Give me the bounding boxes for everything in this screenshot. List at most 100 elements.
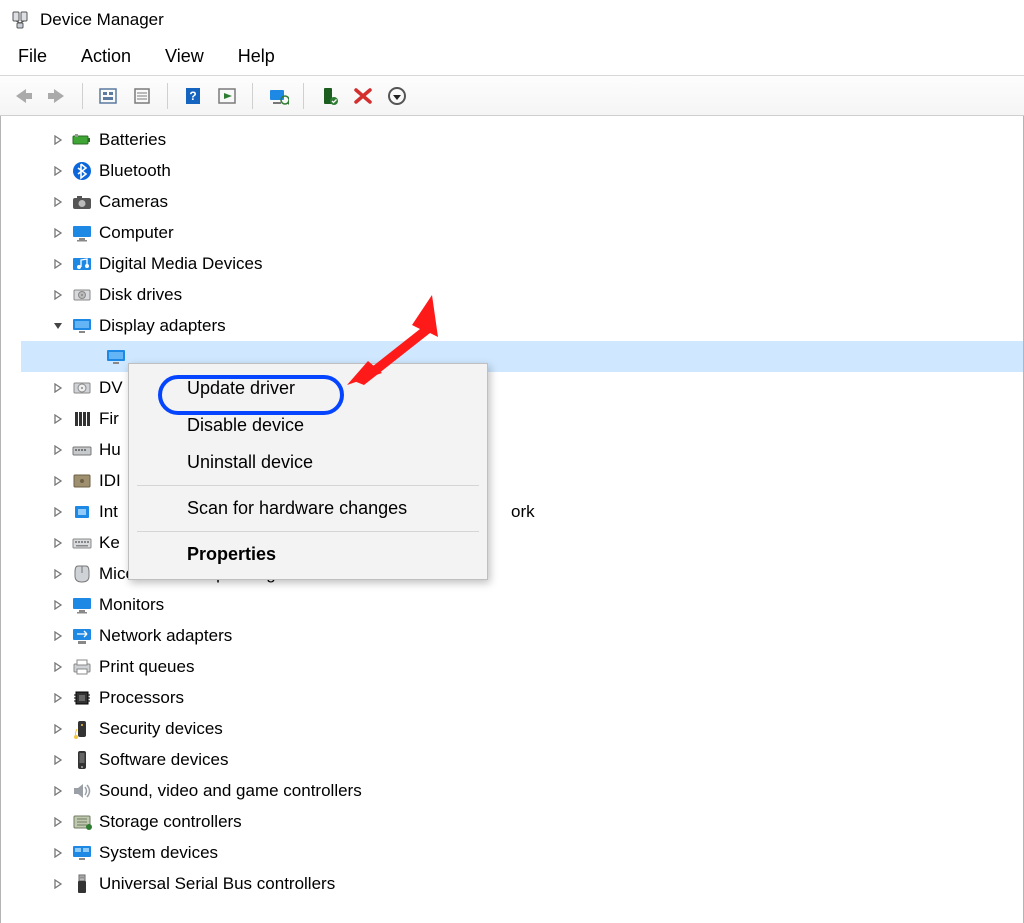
tree-item-print-queues[interactable]: Print queues bbox=[21, 651, 1023, 682]
context-uninstall-device[interactable]: Uninstall device bbox=[129, 444, 487, 481]
chevron-right-icon[interactable] bbox=[51, 753, 65, 767]
tree-item-cameras[interactable]: Cameras bbox=[21, 186, 1023, 217]
tree-item-network[interactable]: Network adapters bbox=[21, 620, 1023, 651]
tree-item-sound[interactable]: Sound, video and game controllers bbox=[21, 775, 1023, 806]
firmware-icon bbox=[71, 408, 93, 430]
chevron-right-icon[interactable] bbox=[51, 784, 65, 798]
toolbar-separator bbox=[252, 83, 253, 109]
nic-icon bbox=[71, 625, 93, 647]
chevron-right-icon[interactable] bbox=[51, 722, 65, 736]
tree-item-label: Computer bbox=[99, 223, 174, 243]
printer-icon bbox=[71, 656, 93, 678]
uninstall-device-button[interactable] bbox=[348, 81, 378, 111]
cpu-icon bbox=[71, 687, 93, 709]
context-update-driver[interactable]: Update driver bbox=[129, 370, 487, 407]
tree-item-label: IDI bbox=[99, 471, 121, 491]
speaker-icon bbox=[71, 780, 93, 802]
menubar: File Action View Help bbox=[0, 40, 1024, 76]
tree-item-label: Software devices bbox=[99, 750, 228, 770]
ide-icon bbox=[71, 470, 93, 492]
chevron-right-icon[interactable] bbox=[51, 877, 65, 891]
menu-file[interactable]: File bbox=[14, 44, 51, 69]
monitor-icon bbox=[71, 222, 93, 244]
action-options-button[interactable] bbox=[212, 81, 242, 111]
titlebar: Device Manager bbox=[0, 0, 1024, 40]
update-driver-button[interactable] bbox=[382, 81, 412, 111]
media-icon bbox=[71, 253, 93, 275]
chevron-right-icon[interactable] bbox=[51, 257, 65, 271]
mouse-icon bbox=[71, 563, 93, 585]
tree-item-digital-media[interactable]: Digital Media Devices bbox=[21, 248, 1023, 279]
menu-action[interactable]: Action bbox=[77, 44, 135, 69]
forward-button[interactable] bbox=[42, 81, 72, 111]
tree-item-software-devices[interactable]: Software devices bbox=[21, 744, 1023, 775]
tree-item-batteries[interactable]: Batteries bbox=[21, 124, 1023, 155]
context-separator bbox=[137, 531, 479, 532]
tree-item-disk-drives[interactable]: Disk drives bbox=[21, 279, 1023, 310]
back-button[interactable] bbox=[8, 81, 38, 111]
chevron-right-icon[interactable] bbox=[51, 536, 65, 550]
tree-item-usb[interactable]: Universal Serial Bus controllers bbox=[21, 868, 1023, 899]
disk-icon bbox=[71, 284, 93, 306]
menu-view[interactable]: View bbox=[161, 44, 208, 69]
tree-item-label: Int bbox=[99, 502, 118, 522]
chevron-right-icon[interactable] bbox=[51, 691, 65, 705]
tree-item-label: DV bbox=[99, 378, 123, 398]
chevron-right-icon[interactable] bbox=[51, 443, 65, 457]
chevron-right-icon[interactable] bbox=[51, 505, 65, 519]
chevron-right-icon[interactable] bbox=[51, 412, 65, 426]
chevron-right-icon[interactable] bbox=[51, 164, 65, 178]
usb-icon bbox=[71, 873, 93, 895]
tree-item-label: Fir bbox=[99, 409, 119, 429]
tree-item-label: Batteries bbox=[99, 130, 166, 150]
tree-item-security-devices[interactable]: Security devices bbox=[21, 713, 1023, 744]
show-hidden-button[interactable] bbox=[93, 81, 123, 111]
chip-icon bbox=[71, 501, 93, 523]
context-disable-device[interactable]: Disable device bbox=[129, 407, 487, 444]
chevron-right-icon[interactable] bbox=[51, 133, 65, 147]
keyboard-icon bbox=[71, 532, 93, 554]
tree-item-label: Disk drives bbox=[99, 285, 182, 305]
chevron-right-icon[interactable] bbox=[51, 474, 65, 488]
menu-help[interactable]: Help bbox=[234, 44, 279, 69]
scan-hardware-button[interactable] bbox=[263, 81, 293, 111]
context-properties[interactable]: Properties bbox=[129, 536, 487, 573]
context-scan-hardware[interactable]: Scan for hardware changes bbox=[129, 490, 487, 527]
toolbar-separator bbox=[82, 83, 83, 109]
chevron-right-icon[interactable] bbox=[51, 288, 65, 302]
enable-device-button[interactable] bbox=[314, 81, 344, 111]
tree-item-system-devices[interactable]: System devices bbox=[21, 837, 1023, 868]
tree-item-bluetooth[interactable]: Bluetooth bbox=[21, 155, 1023, 186]
toolbar-separator bbox=[303, 83, 304, 109]
tree-item-label: Display adapters bbox=[99, 316, 226, 336]
chevron-right-icon[interactable] bbox=[51, 846, 65, 860]
help-button[interactable]: ? bbox=[178, 81, 208, 111]
chevron-right-icon[interactable] bbox=[51, 660, 65, 674]
chevron-right-icon[interactable] bbox=[51, 226, 65, 240]
tree-item-monitors[interactable]: Monitors bbox=[21, 589, 1023, 620]
chevron-right-icon[interactable] bbox=[51, 195, 65, 209]
tree-item-processors[interactable]: Processors bbox=[21, 682, 1023, 713]
tree-item-label: Print queues bbox=[99, 657, 194, 677]
chevron-right-icon[interactable] bbox=[51, 381, 65, 395]
tree-item-label: Hu bbox=[99, 440, 121, 460]
security-icon bbox=[71, 718, 93, 740]
chevron-right-icon[interactable] bbox=[51, 567, 65, 581]
chevron-right-icon[interactable] bbox=[51, 629, 65, 643]
properties-sheet-button[interactable] bbox=[127, 81, 157, 111]
toolbar: ? bbox=[0, 76, 1024, 116]
chevron-right-icon[interactable] bbox=[51, 815, 65, 829]
software-icon bbox=[71, 749, 93, 771]
tree-item-label: System devices bbox=[99, 843, 218, 863]
tree-item-label: Digital Media Devices bbox=[99, 254, 262, 274]
device-manager-icon bbox=[10, 10, 30, 30]
tree-item-display-adapters[interactable]: Display adapters bbox=[21, 310, 1023, 341]
tree-item-computer[interactable]: Computer bbox=[21, 217, 1023, 248]
tree-item-label: Storage controllers bbox=[99, 812, 242, 832]
bluetooth-icon bbox=[71, 160, 93, 182]
chevron-right-icon[interactable] bbox=[51, 598, 65, 612]
camera-icon bbox=[71, 191, 93, 213]
chevron-down-icon[interactable] bbox=[51, 319, 65, 333]
storage-icon bbox=[71, 811, 93, 833]
tree-item-storage-controllers[interactable]: Storage controllers bbox=[21, 806, 1023, 837]
